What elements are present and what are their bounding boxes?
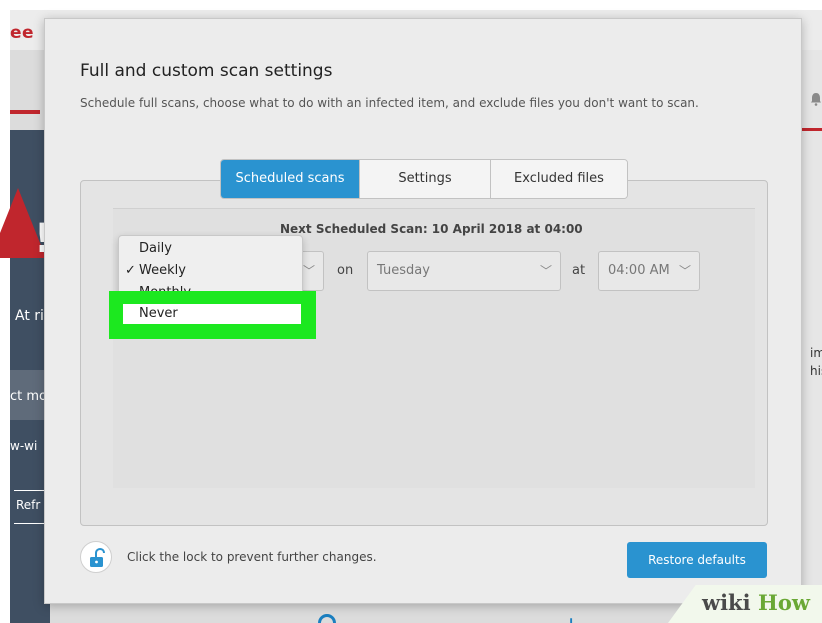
scan-settings-dialog: Full and custom scan settings Schedule f… [44, 18, 802, 604]
protect-button-label: ct mo [10, 389, 47, 404]
background-right-panel [800, 50, 822, 623]
search-icon[interactable] [318, 614, 336, 623]
risk-status-text: At ri [15, 308, 44, 324]
watermark-text-how: How [758, 590, 810, 615]
at-label: at [572, 263, 586, 278]
tab-excluded-files[interactable]: Excluded files [491, 160, 627, 198]
tab-settings[interactable]: Settings [360, 160, 491, 198]
chevron-down-icon: ﹀ [539, 264, 552, 278]
right-text-line-2: his [810, 364, 822, 378]
lock-hint-text: Click the lock to prevent further change… [127, 550, 377, 564]
menu-item-daily[interactable]: Daily [139, 241, 172, 256]
brand-accent-line [10, 110, 40, 114]
screenshot: ee ! At ri ct mo w-wi Refr ime his ⭳ Ful… [0, 0, 822, 623]
right-accent-line [800, 128, 822, 131]
unlock-icon[interactable] [80, 541, 112, 573]
menu-item-weekly[interactable]: Weekly [139, 263, 186, 278]
time-select[interactable]: 04:00 AM ﹀ [598, 251, 700, 291]
day-select-value: Tuesday [377, 263, 430, 278]
refresh-button-label: Refr [16, 498, 41, 512]
next-scheduled-scan-text: Next Scheduled Scan: 10 April 2018 at 04… [280, 222, 583, 236]
dialog-subtitle: Schedule full scans, choose what to do w… [80, 96, 699, 110]
right-text-line-1: ime [810, 346, 822, 360]
tab-scheduled-scans[interactable]: Scheduled scans [221, 160, 360, 198]
dialog-title: Full and custom scan settings [80, 61, 333, 81]
download-icon[interactable]: ⭳ [568, 612, 574, 623]
padlock-open-icon [90, 547, 105, 567]
brand-logo-text: ee [10, 23, 35, 43]
day-select[interactable]: Tuesday ﹀ [367, 251, 561, 291]
watermark-text-wiki: wiki [702, 590, 751, 615]
tab-bar: Scheduled scans Settings Excluded files [220, 159, 628, 199]
right-panel-text: ime his [810, 344, 822, 380]
menu-item-never[interactable]: Never [123, 304, 301, 324]
restore-defaults-button[interactable]: Restore defaults [627, 542, 767, 578]
chevron-down-icon: ﹀ [678, 264, 691, 278]
on-label: on [337, 263, 354, 278]
time-select-value: 04:00 AM [608, 263, 670, 278]
chevron-down-icon: ﹀ [302, 264, 315, 278]
checkmark-icon: ✓ [125, 263, 136, 278]
how-link-text: w-wi [10, 439, 38, 453]
bell-icon[interactable] [810, 92, 822, 106]
